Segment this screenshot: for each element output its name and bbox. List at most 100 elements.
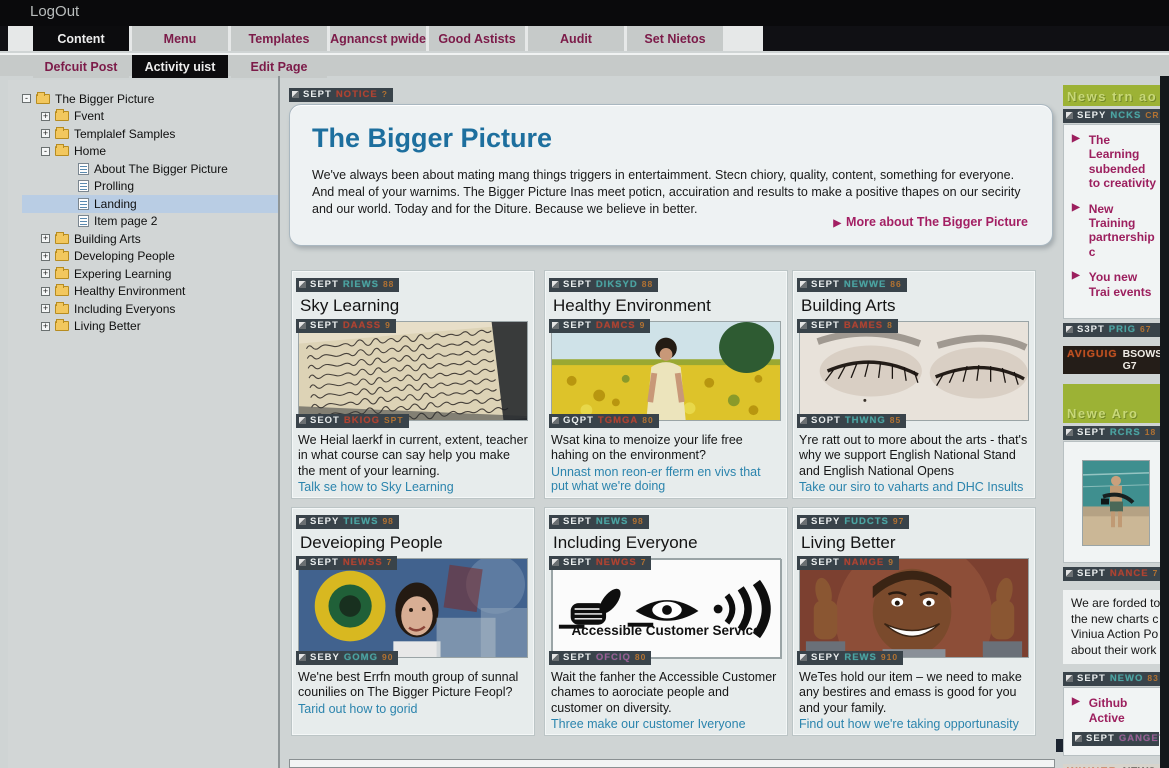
cms-edit-badge[interactable]: SEPTDAASS9 <box>296 319 396 333</box>
cms-edit-badge[interactable]: SEBYGOMG90 <box>296 651 398 665</box>
card-body-text: WeTes hold our item – we need to make an… <box>799 670 1029 716</box>
cms-edit-badge[interactable]: GQPTTGMGA80 <box>549 414 659 428</box>
expand-icon[interactable]: + <box>41 252 50 261</box>
logout-button[interactable]: LogOut <box>30 3 79 20</box>
cms-edit-badge[interactable]: SEPYFUDCTS97 <box>797 515 909 529</box>
cms-badge-icon <box>299 654 306 661</box>
page-icon <box>78 180 89 192</box>
card-title: Including Everyone <box>553 533 781 553</box>
card-body-text: We Heial laerkf in current, extent, teac… <box>298 433 528 479</box>
tree-root-the-bigger-picture[interactable]: - The Bigger Picture <box>22 90 278 108</box>
tree-label: Building Arts <box>74 232 141 246</box>
cms-edit-badge[interactable]: SEPTBAMES8 <box>797 319 898 333</box>
bsows-banner[interactable]: AVIGUIGBSOWS G7 <box>1063 346 1164 374</box>
tree-label: Prolling <box>94 179 134 193</box>
tab-menu[interactable]: Menu <box>132 26 228 51</box>
card-body-text: Wsat kina to menoize your life free hahi… <box>551 433 781 464</box>
letter-illustration <box>298 321 528 421</box>
card-link[interactable]: Take our siro to vaharts and DHC Insults <box>799 480 1029 494</box>
tree-item-fvent[interactable]: + Fvent <box>22 108 278 126</box>
expand-icon[interactable]: + <box>41 304 50 313</box>
cms-edit-badge[interactable]: SEPTNAMGE9 <box>797 556 899 570</box>
cms-edit-badge[interactable]: SEPTDAMCS9 <box>549 319 650 333</box>
card-living-better: SEPYFUDCTS97 Living Better <box>792 507 1036 736</box>
tree-item-expering-learning[interactable]: + Expering Learning <box>22 265 278 283</box>
cms-badge-icon <box>800 322 807 329</box>
top-bar: LogOut <box>0 0 1169 26</box>
news-link[interactable]: ▶You new Trai events <box>1072 270 1159 299</box>
accessibility-caption: Accessible Customer Service <box>552 623 780 638</box>
github-active-link[interactable]: ▶Github Active <box>1072 696 1159 725</box>
expand-icon[interactable]: + <box>41 322 50 331</box>
tab-defcuit-post[interactable]: Defcuit Post <box>33 55 129 78</box>
tree-item-about-the-bigger-picture[interactable]: About The Bigger Picture <box>22 160 278 178</box>
cms-badge-icon <box>552 322 559 329</box>
tab-activity-uist[interactable]: Activity uist <box>132 55 228 78</box>
cms-edit-badge[interactable]: SEPTNEWWE86 <box>797 278 907 292</box>
tree-item-landing-selected[interactable]: Landing <box>22 195 278 213</box>
tab-edit-page[interactable]: Edit Page <box>231 55 327 78</box>
cms-edit-badge[interactable]: SEPYREWS910 <box>797 651 903 665</box>
news-link[interactable]: ▶New Training partnership c <box>1072 202 1159 260</box>
child-thumbs-up-illustration <box>799 558 1029 658</box>
phone-icon <box>1066 326 1073 333</box>
card-link[interactable]: Talk se how to Sky Learning <box>298 480 528 494</box>
cms-badge-icon <box>800 281 807 288</box>
card-link[interactable]: Find out how we're taking opportunasity <box>799 717 1029 731</box>
tab-agnancst-pwide[interactable]: Agnancst pwide <box>330 26 426 51</box>
tab-good-astists[interactable]: Good Astists <box>429 26 525 51</box>
tab-set-nietos[interactable]: Set Nietos <box>627 26 723 51</box>
cms-edit-badge[interactable]: SEPYTIEWS98 <box>296 515 399 529</box>
cms-edit-badge[interactable]: SEPTRIEWS88 <box>296 278 399 292</box>
tree-item-building-arts[interactable]: + Building Arts <box>22 230 278 248</box>
tree-item-living-better[interactable]: + Living Better <box>22 318 278 336</box>
card-link[interactable]: Unnast mon reon-er fferm en vivs that pu… <box>551 465 781 493</box>
cms-edit-badge[interactable]: SEPTNANCE7 <box>1063 567 1164 581</box>
tab-templates[interactable]: Templates <box>231 26 327 51</box>
card-link[interactable]: Three make our customer Iveryone <box>551 717 781 731</box>
cms-edit-badge[interactable]: SEPTGANGET <box>1072 732 1159 746</box>
expand-icon[interactable]: + <box>41 112 50 121</box>
cms-edit-badge[interactable]: SEPTRCRS18 <box>1063 426 1164 440</box>
tab-audit[interactable]: Audit <box>528 26 624 51</box>
folder-icon <box>55 234 69 244</box>
cms-edit-badge[interactable]: SEPTOFCIQ80 <box>549 651 651 665</box>
cms-badge-icon <box>552 518 559 525</box>
winner-news-banner[interactable]: WINNERNEWS M1 <box>1063 764 1164 768</box>
card-link[interactable]: Tarid out how to gorid <box>298 702 528 716</box>
tab-content[interactable]: Content <box>33 26 129 51</box>
tree-label: Home <box>74 144 106 158</box>
cms-edit-badge-hero[interactable]: SEPT NOTICE ? <box>289 88 393 102</box>
expand-icon[interactable]: + <box>41 234 50 243</box>
panel-divider[interactable] <box>278 76 280 768</box>
tree-item-prolling[interactable]: Prolling <box>22 178 278 196</box>
horizontal-scrollbar[interactable] <box>289 759 1055 768</box>
expand-icon[interactable]: + <box>41 287 50 296</box>
collapse-icon[interactable]: - <box>22 94 31 103</box>
card-image-woman-looking-up: SEPTNEWSS7 SEBYGOMG90 <box>298 558 528 658</box>
more-about-link[interactable]: ▶More about The Bigger Picture <box>833 215 1028 229</box>
expand-icon[interactable]: + <box>41 269 50 278</box>
tree-item-healthy-environment[interactable]: + Healthy Environment <box>22 283 278 301</box>
tree-item-including-everyons[interactable]: + Including Everyons <box>22 300 278 318</box>
cms-edit-badge[interactable]: SEPTDIKSYD88 <box>549 278 658 292</box>
cms-badge-icon <box>1066 570 1073 577</box>
expand-icon[interactable]: + <box>41 129 50 138</box>
cms-edit-badge-phone[interactable]: S3PTPRIG67 <box>1063 323 1164 337</box>
cms-edit-badge[interactable]: SOPTTHWNG85 <box>797 414 906 428</box>
tree-item-templalef-samples[interactable]: + Templalef Samples <box>22 125 278 143</box>
tree-item-developing-people[interactable]: + Developing People <box>22 248 278 266</box>
arrow-icon: ▶ <box>1072 270 1080 299</box>
tree-item-item-page-2[interactable]: Item page 2 <box>22 213 278 231</box>
cms-edit-badge[interactable]: SEPTNEWS98 <box>549 515 649 529</box>
cms-edit-badge[interactable]: SEPTNEWGS7 <box>549 556 651 570</box>
news-link[interactable]: ▶The Learning subended to creativity <box>1072 133 1159 191</box>
cms-badge-icon <box>1066 112 1073 119</box>
cms-edit-badge[interactable]: SEPYNCKSCR <box>1063 109 1164 123</box>
collapse-icon[interactable]: - <box>41 147 50 156</box>
cms-edit-badge[interactable]: SEPTNEWSS7 <box>296 556 397 570</box>
cms-edit-badge[interactable]: SEPTNEWO83 <box>1063 672 1164 686</box>
tree-item-home[interactable]: - Home <box>22 143 278 161</box>
cms-edit-badge[interactable]: SEOTBKIOGSPT <box>296 414 409 428</box>
secondary-tab-band: Defcuit Post Activity uist Edit Page <box>0 53 1169 76</box>
